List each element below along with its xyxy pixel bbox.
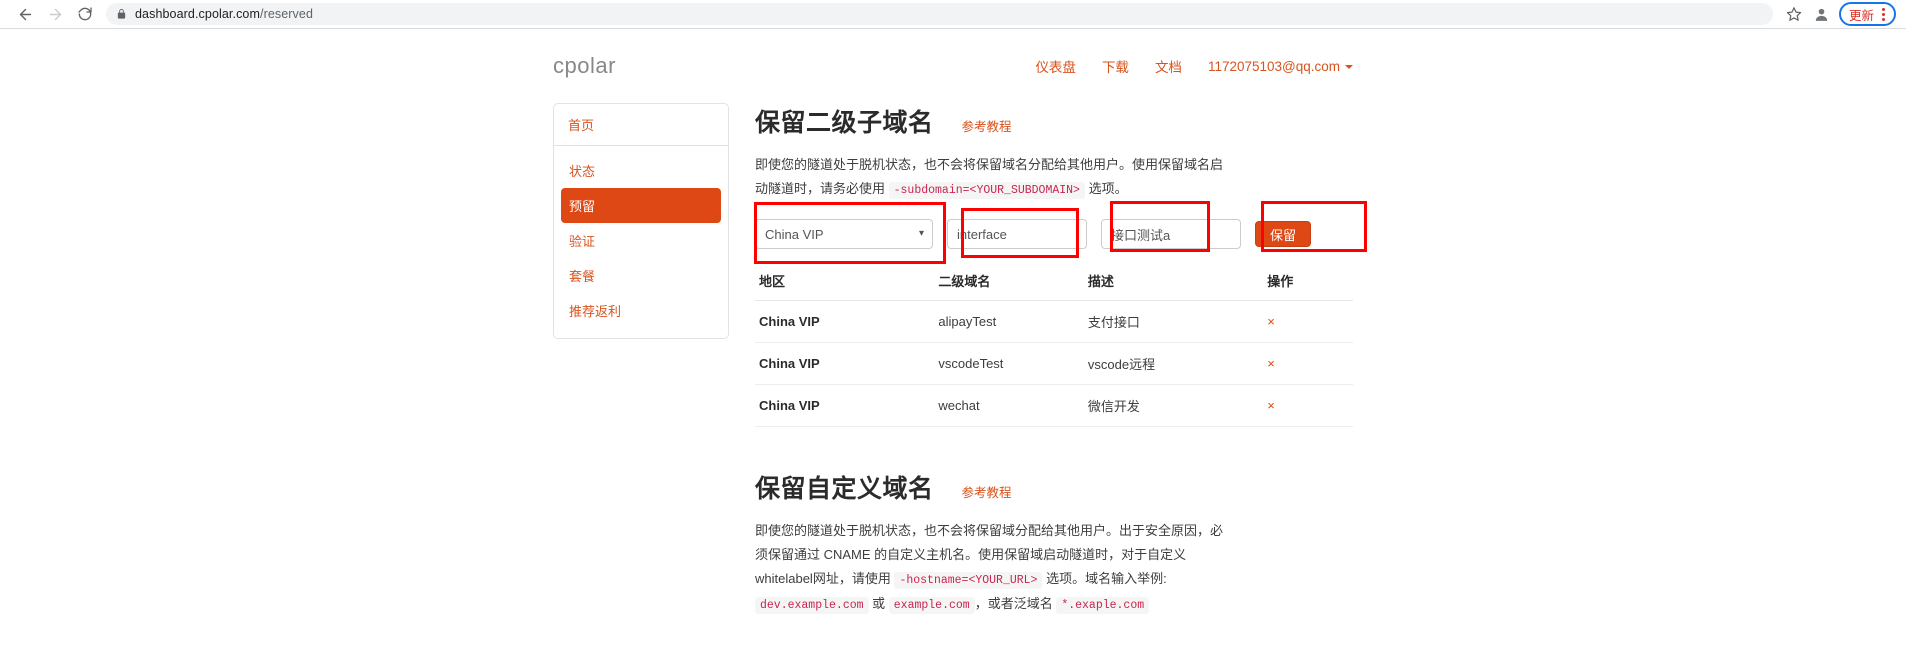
reserve-button[interactable]: 保留 <box>1255 221 1312 248</box>
top-nav: 仪表盘 下载 文档 1172075103@qq.com <box>1035 56 1353 76</box>
sidebar-item-reserved[interactable]: 预留 <box>561 188 721 223</box>
section1-desc-code: -subdomain=<YOUR_SUBDOMAIN> <box>888 182 1085 200</box>
cell-description: 微信开发 <box>1083 384 1264 428</box>
section2-title-row: 保留自定义域名 参考教程 <box>755 469 1353 505</box>
delete-icon[interactable]: × <box>1267 398 1275 413</box>
th-region: 地区 <box>755 263 935 302</box>
table-header-row: 地区 二级域名 描述 操作 <box>755 263 1353 302</box>
account-email: 1172075103@qq.com <box>1207 58 1340 74</box>
section2-desc-part2: 选项。域名输入举例: <box>1042 571 1167 587</box>
reload-icon[interactable] <box>70 0 100 28</box>
back-icon[interactable] <box>10 0 40 28</box>
cell-action: × <box>1263 342 1353 386</box>
table-row: China VIP alipayTest 支付接口 × <box>755 300 1353 344</box>
table-body: China VIP alipayTest 支付接口 × China VIP vs… <box>755 300 1353 428</box>
update-button[interactable]: 更新 <box>1838 2 1896 26</box>
url-path: /reserved <box>260 7 314 21</box>
sidebar-head: 首页 <box>554 104 728 146</box>
cell-action: × <box>1263 384 1353 428</box>
section2-desc-part4: ，或者泛域名 <box>974 595 1057 611</box>
brand-logo[interactable]: cpolar <box>553 53 616 79</box>
nav-download[interactable]: 下载 <box>1102 56 1129 76</box>
update-label: 更新 <box>1848 8 1874 23</box>
table-row: China VIP wechat 微信开发 × <box>755 384 1353 428</box>
th-description: 描述 <box>1083 263 1264 302</box>
section1-description: 即使您的隧道处于脱机状态，也不会将保留域名分配给其他用户。使用保留域名启动隧道时… <box>755 153 1235 201</box>
cell-subdomain: alipayTest <box>934 300 1084 344</box>
section2-desc-part3: 或 <box>868 595 889 611</box>
th-subdomain: 二级域名 <box>934 263 1084 302</box>
section2-desc-code1: -hostname=<YOUR_URL> <box>894 572 1043 590</box>
page-body: cpolar 仪表盘 下载 文档 1172075103@qq.com 首页 状态… <box>0 29 1906 662</box>
cell-description: 支付接口 <box>1083 300 1264 344</box>
cell-description: vscode远程 <box>1083 342 1264 386</box>
main-content: 保留二级子域名 参考教程 即使您的隧道处于脱机状态，也不会将保留域名分配给其他用… <box>754 103 1367 616</box>
star-icon[interactable] <box>1781 2 1807 26</box>
kebab-menu-icon[interactable] <box>1879 7 1888 21</box>
cell-region: China VIP <box>755 342 935 386</box>
nav-dashboard[interactable]: 仪表盘 <box>1035 56 1076 76</box>
th-action: 操作 <box>1263 263 1353 302</box>
sidebar: 首页 状态 预留 验证 套餐 推荐返利 <box>553 103 729 339</box>
url-host: dashboard.cpolar.com <box>135 7 260 21</box>
table-head: 地区 二级域名 描述 操作 <box>755 263 1353 302</box>
section1-title: 保留二级子域名 <box>755 109 934 137</box>
content-columns: 首页 状态 预留 验证 套餐 推荐返利 保留二级子域名 参考教程 即使您的隧道处… <box>553 89 1367 616</box>
region-select-wrap: China VIP ▾ <box>755 219 933 250</box>
chevron-down-icon <box>1345 64 1353 69</box>
sidebar-item-home[interactable]: 首页 <box>568 115 714 134</box>
reserve-form: China VIP ▾ 保留 <box>754 201 1367 265</box>
subdomain-input[interactable] <box>947 219 1087 250</box>
delete-icon[interactable]: × <box>1267 314 1275 329</box>
lock-icon <box>116 8 127 20</box>
sidebar-item-plan[interactable]: 套餐 <box>561 258 721 293</box>
section2-tutorial-link[interactable]: 参考教程 <box>962 482 1012 501</box>
section1-desc-part2: 选项。 <box>1084 181 1128 197</box>
page-container: cpolar 仪表盘 下载 文档 1172075103@qq.com 首页 状态… <box>553 29 1367 616</box>
cell-subdomain: wechat <box>934 384 1084 428</box>
section2: 保留自定义域名 参考教程 即使您的隧道处于脱机状态，也不会将保留域分配给其他用户… <box>755 469 1353 616</box>
section2-title: 保留自定义域名 <box>755 475 934 504</box>
address-bar[interactable]: dashboard.cpolar.com/reserved <box>106 3 1773 25</box>
profile-avatar-icon[interactable] <box>1809 2 1835 26</box>
account-menu[interactable]: 1172075103@qq.com <box>1208 59 1353 74</box>
reserved-domains-table: 地区 二级域名 描述 操作 China VIP alipayTest 支付接口 … <box>755 263 1353 428</box>
sidebar-item-verify[interactable]: 验证 <box>561 223 721 258</box>
table-row: China VIP vscodeTest vscode远程 × <box>755 342 1353 386</box>
section2-description: 即使您的隧道处于脱机状态，也不会将保留域分配给其他用户。出于安全原因，必须保留通… <box>755 519 1235 616</box>
cell-subdomain: vscodeTest <box>934 342 1084 386</box>
cell-region: China VIP <box>755 384 935 428</box>
section1-tutorial-link[interactable]: 参考教程 <box>962 116 1012 135</box>
browser-toolbar: dashboard.cpolar.com/reserved 更新 <box>0 0 1906 28</box>
url-text: dashboard.cpolar.com/reserved <box>135 7 313 21</box>
description-input[interactable] <box>1101 219 1241 250</box>
section1-title-row: 保留二级子域名 参考教程 <box>755 103 1353 139</box>
section2-desc-code4: *.exaple.com <box>1056 596 1150 614</box>
section2-desc-code3: example.com <box>888 596 975 614</box>
sidebar-group: 状态 预留 验证 套餐 推荐返利 <box>554 146 728 338</box>
sidebar-item-status[interactable]: 状态 <box>561 153 721 188</box>
delete-icon[interactable]: × <box>1267 356 1275 371</box>
nav-docs[interactable]: 文档 <box>1155 56 1182 76</box>
region-select[interactable]: China VIP <box>755 219 933 250</box>
section2-desc-code2: dev.example.com <box>755 596 869 614</box>
forward-icon[interactable] <box>40 0 70 28</box>
browser-actions: 更新 <box>1781 2 1896 26</box>
cell-region: China VIP <box>755 300 935 344</box>
site-header: cpolar 仪表盘 下载 文档 1172075103@qq.com <box>553 29 1353 89</box>
cell-action: × <box>1263 300 1353 344</box>
sidebar-item-referral[interactable]: 推荐返利 <box>561 293 721 328</box>
